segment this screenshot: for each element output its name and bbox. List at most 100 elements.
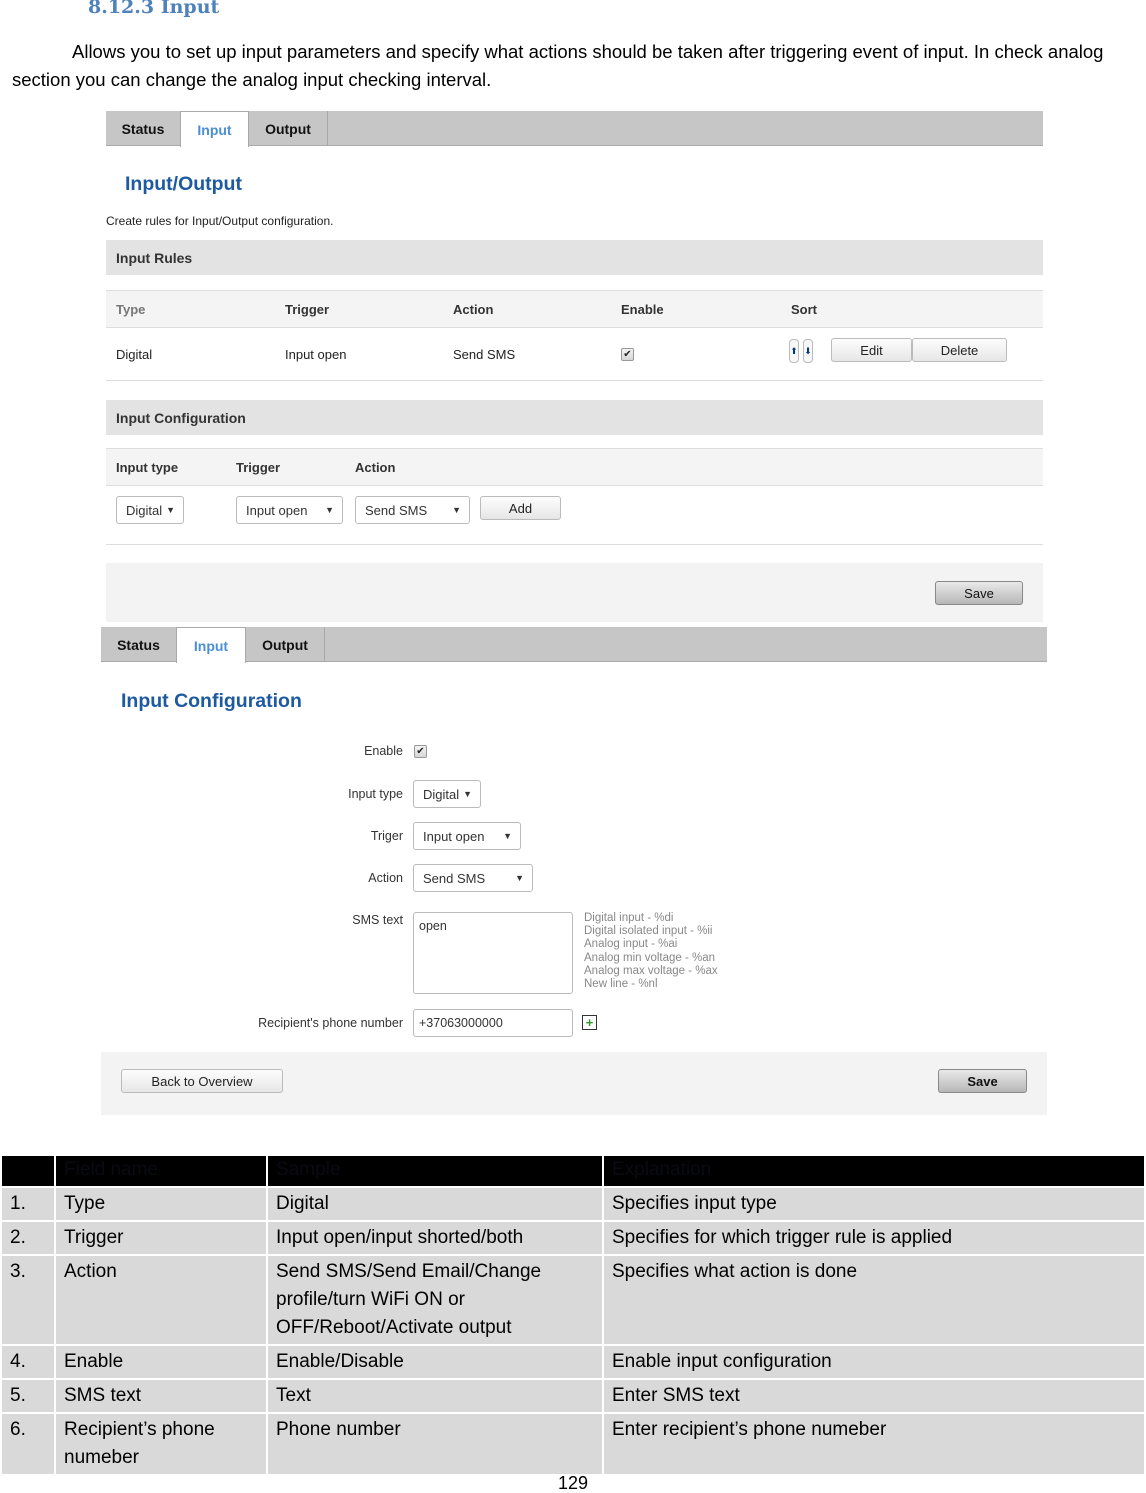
add-button[interactable]: Add xyxy=(480,496,561,520)
row-field: Type xyxy=(54,1186,268,1222)
row-field: SMS text xyxy=(54,1378,268,1414)
row-number: 1. xyxy=(0,1186,56,1222)
rule-action: Send SMS xyxy=(453,346,516,362)
tab-input[interactable]: Input xyxy=(176,627,246,663)
hint-line: Analog max voltage - %ax xyxy=(584,964,718,977)
sms-text-textarea[interactable]: open xyxy=(413,912,573,994)
row-number: 6. xyxy=(0,1412,56,1476)
table-row: 6. Recipient’s phone numeber Phone numbe… xyxy=(0,1412,1146,1476)
save-button[interactable]: Save xyxy=(935,581,1023,605)
row-field: Enable xyxy=(54,1344,268,1380)
page-title: Input/Output xyxy=(125,173,242,195)
chevron-down-icon: ▼ xyxy=(503,831,512,841)
row-explanation: Enter SMS text xyxy=(602,1378,1146,1414)
header-sample: Sample xyxy=(266,1154,604,1188)
action-label: Action xyxy=(368,871,403,885)
header-number xyxy=(0,1154,56,1188)
input-output-screenshot: Status Input Output Input/Output Create … xyxy=(106,111,1043,622)
enable-checkbox[interactable]: ✔ xyxy=(414,745,427,758)
chevron-down-icon: ▼ xyxy=(166,505,175,515)
rule-type: Digital xyxy=(116,346,153,362)
delete-button[interactable]: Delete xyxy=(912,338,1007,362)
enable-label: Enable xyxy=(364,744,403,758)
table-row: 2. Trigger Input open/input shorted/both… xyxy=(0,1220,1146,1256)
input-type-select[interactable]: Digital ▼ xyxy=(413,780,481,808)
rules-table-header: Type Trigger Action Enable Sort xyxy=(106,290,1043,328)
hint-line: Analog input - %ai xyxy=(584,938,678,951)
table-row: 5. SMS text Text Enter SMS text xyxy=(0,1378,1146,1414)
header-explanation: Explanation xyxy=(602,1154,1146,1188)
sort-down-button[interactable]: ⬇ xyxy=(803,339,813,363)
rule-enable-checkbox[interactable]: ✔ xyxy=(621,347,634,361)
input-configuration-heading: Input Configuration xyxy=(106,400,1043,435)
action-select[interactable]: Send SMS ▼ xyxy=(355,496,470,524)
tab-bar: Status Input Output xyxy=(101,627,1047,663)
col-input-type: Input type xyxy=(116,459,179,475)
tab-input[interactable]: Input xyxy=(180,111,249,147)
trigger-select[interactable]: Input open ▼ xyxy=(236,496,343,524)
sort-up-button[interactable]: ⬆ xyxy=(789,339,799,363)
col-config-trigger: Trigger xyxy=(236,459,281,475)
page-description: Create rules for Input/Output configurat… xyxy=(106,214,334,228)
trigger-label: Triger xyxy=(370,829,403,843)
chevron-down-icon: ▼ xyxy=(452,505,461,515)
row-field: Recipient’s phone numeber xyxy=(54,1412,268,1476)
table-row: 3. Action Send SMS/Send Email/Change pro… xyxy=(0,1254,1146,1346)
phone-label: Recipient's phone number xyxy=(258,1016,403,1030)
header-field-name: Field name xyxy=(54,1154,268,1188)
col-sort: Sort xyxy=(791,301,817,317)
table-row: 4. Enable Enable/Disable Enable input co… xyxy=(0,1344,1146,1380)
row-sample: Digital xyxy=(266,1186,604,1222)
add-phone-icon[interactable]: + xyxy=(582,1015,597,1030)
edit-button[interactable]: Edit xyxy=(831,338,912,362)
table-header-row: Field name Sample Explanation xyxy=(0,1154,1146,1188)
row-number: 5. xyxy=(0,1378,56,1414)
rule-trigger: Input open xyxy=(285,346,347,362)
row-sample: Enable/Disable xyxy=(266,1344,604,1380)
phone-input[interactable]: +37063000000 xyxy=(413,1009,573,1037)
input-rules-heading: Input Rules xyxy=(106,240,1043,275)
tab-output[interactable]: Output xyxy=(249,111,328,146)
trigger-select[interactable]: Input open ▼ xyxy=(413,822,521,850)
row-sample: Phone number xyxy=(266,1412,604,1476)
row-sample: Send SMS/Send Email/Change profile/turn … xyxy=(266,1254,604,1346)
col-config-action: Action xyxy=(355,459,396,475)
sms-text-label: SMS text xyxy=(352,913,403,927)
chevron-down-icon: ▼ xyxy=(463,789,472,799)
intro-paragraph: Allows you to set up input parameters an… xyxy=(12,41,1104,90)
page-title: Input Configuration xyxy=(121,690,302,712)
col-action: Action xyxy=(453,301,494,317)
input-type-select[interactable]: Digital ▼ xyxy=(116,496,184,524)
row-field: Action xyxy=(54,1254,268,1346)
sms-variable-hints: Digital input - %di Digital isolated inp… xyxy=(584,912,718,991)
tab-status[interactable]: Status xyxy=(101,627,177,662)
section-heading: 8.12.3 Input xyxy=(88,0,220,18)
input-configuration-screenshot: Status Input Output Input Configuration … xyxy=(101,627,1047,1115)
row-number: 4. xyxy=(0,1344,56,1380)
save-button[interactable]: Save xyxy=(938,1069,1027,1093)
back-to-overview-button[interactable]: Back to Overview xyxy=(121,1069,283,1093)
tab-status[interactable]: Status xyxy=(106,111,181,146)
row-number: 3. xyxy=(0,1254,56,1346)
tab-output[interactable]: Output xyxy=(246,627,325,662)
row-number: 2. xyxy=(0,1220,56,1256)
action-select[interactable]: Send SMS ▼ xyxy=(413,864,533,892)
up-arrow-icon: ⬆ xyxy=(790,345,798,356)
col-enable: Enable xyxy=(621,301,664,317)
tab-bar: Status Input Output xyxy=(106,111,1043,147)
row-explanation: Specifies what action is done xyxy=(602,1254,1146,1346)
field-description-table: Field name Sample Explanation 1. Type Di… xyxy=(0,1154,1146,1476)
footer-bar: Back to Overview Save xyxy=(101,1052,1047,1115)
row-explanation: Specifies for which trigger rule is appl… xyxy=(602,1220,1146,1256)
hint-line: Digital input - %di xyxy=(584,912,674,924)
table-row: Digital Input open Send SMS ✔ ⬆ ⬇ Edit D… xyxy=(106,328,1043,381)
chevron-down-icon: ▼ xyxy=(325,505,334,515)
hint-line: New line - %nl xyxy=(584,978,658,991)
col-type: Type xyxy=(116,301,146,317)
page-number: 129 xyxy=(557,1473,589,1493)
row-sample: Input open/input shorted/both xyxy=(266,1220,604,1256)
row-explanation: Enable input configuration xyxy=(602,1344,1146,1380)
config-table-header: Input type Trigger Action xyxy=(106,448,1043,486)
input-type-label: Input type xyxy=(348,787,403,801)
table-row: 1. Type Digital Specifies input type xyxy=(0,1186,1146,1222)
